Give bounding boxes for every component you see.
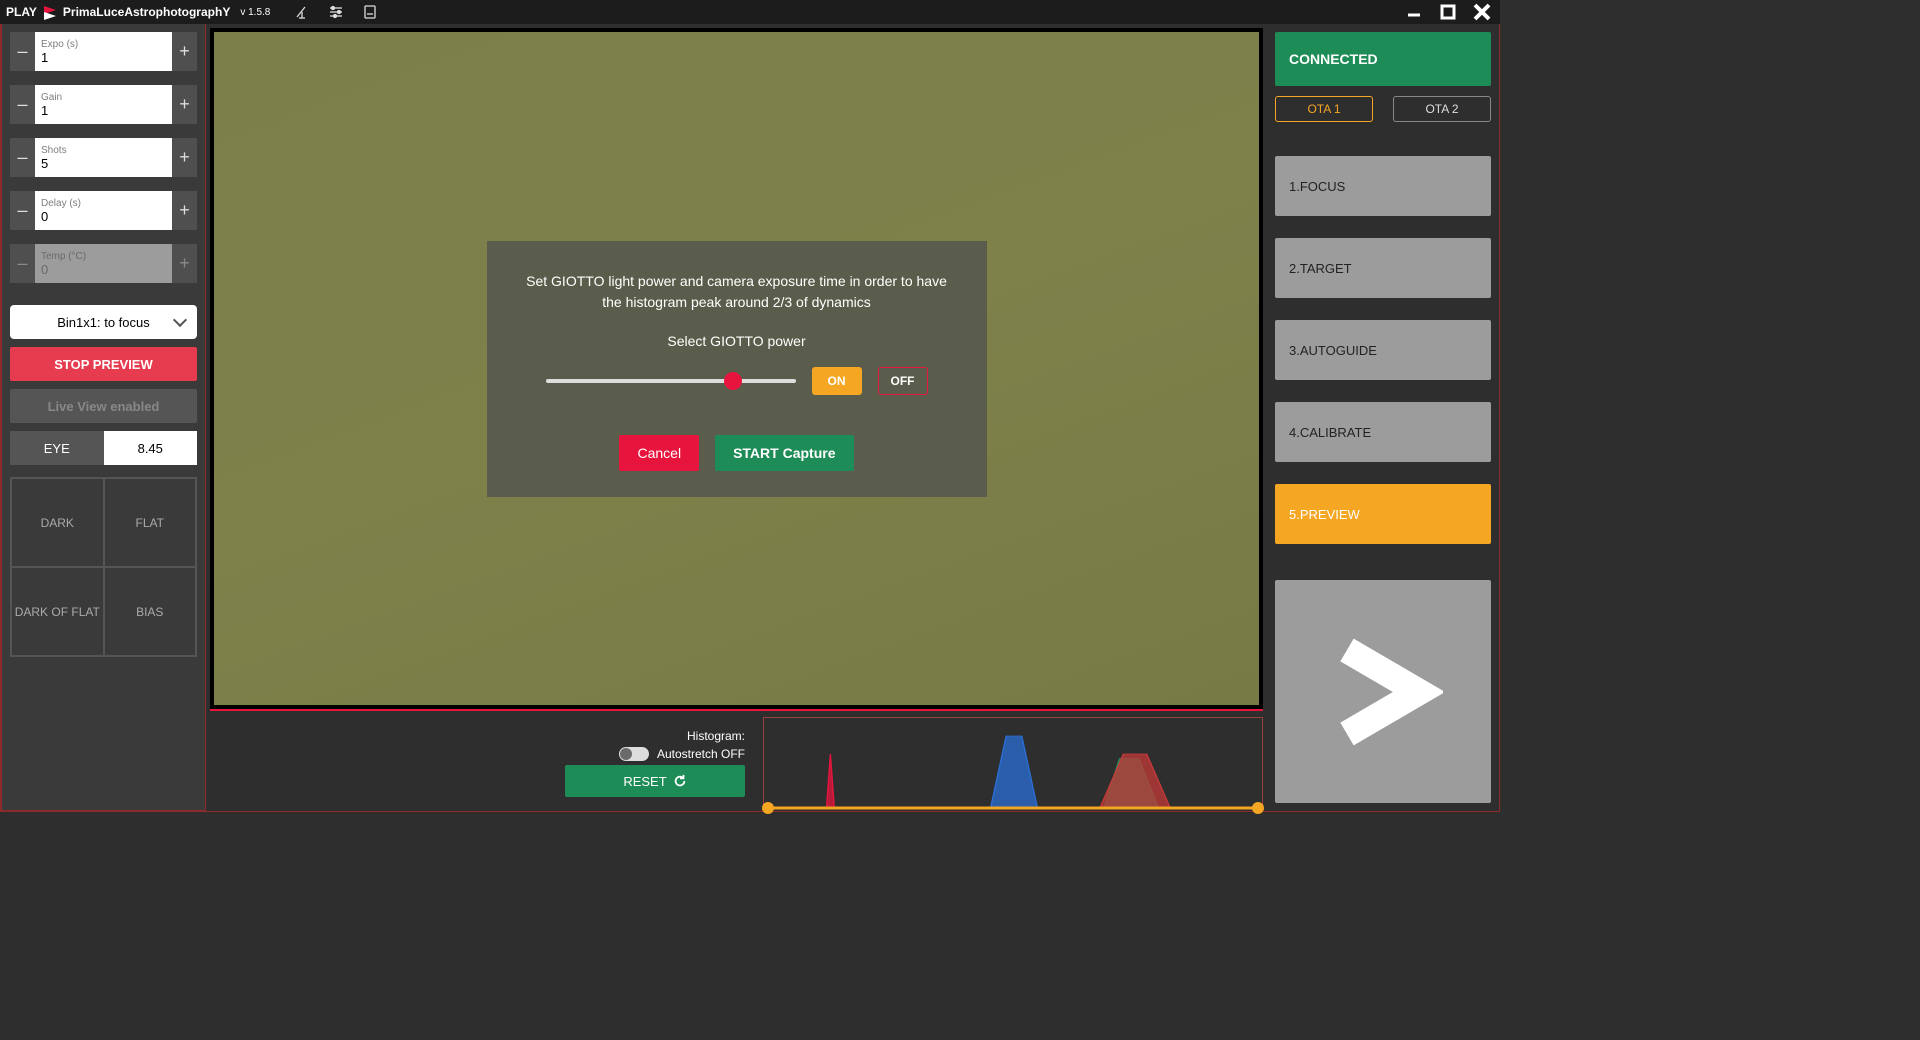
slider-knob[interactable] [724, 372, 742, 390]
telescope-icon[interactable] [294, 4, 310, 20]
calib-flat[interactable]: FLAT [104, 478, 197, 567]
expo-value: 1 [41, 50, 166, 65]
control-temp: –Temp (°C)0+ [10, 244, 197, 283]
app-logo-icon [42, 4, 58, 20]
gain-value: 1 [41, 103, 166, 118]
eye-value: 8.45 [104, 431, 198, 465]
shots-increment[interactable]: + [172, 138, 197, 177]
temp-label: Temp (°C) [41, 251, 166, 262]
right-panel: CONNECTED OTA 1 OTA 2 1.FOCUS 2.TARGET 3.A… [1267, 24, 1499, 811]
save-icon[interactable] [362, 4, 378, 20]
temp-field: Temp (°C)0 [35, 244, 172, 283]
temp-decrement: – [10, 244, 35, 283]
giotto-on-button[interactable]: ON [812, 367, 862, 395]
step-3[interactable]: 3.AUTOGUIDE [1275, 320, 1491, 380]
shots-label: Shots [41, 145, 166, 156]
histogram-chart [763, 717, 1263, 809]
shots-value: 5 [41, 156, 166, 171]
delay-value: 0 [41, 209, 166, 224]
calib-dark[interactable]: DARK [11, 478, 104, 567]
tab-ota2[interactable]: OTA 2 [1393, 96, 1491, 122]
expo-decrement[interactable]: – [10, 32, 35, 71]
image-viewport[interactable]: Set GIOTTO light power and camera exposu… [210, 28, 1263, 711]
eye-label: EYE [10, 431, 104, 465]
minimize-button[interactable] [1402, 0, 1426, 24]
expo-field[interactable]: Expo (s)1 [35, 32, 172, 71]
title-bar: PLAY PrimaLuceAstrophotographY v 1.5.8 [0, 0, 1500, 24]
step-4[interactable]: 4.CALIBRATE [1275, 402, 1491, 462]
giotto-modal: Set GIOTTO light power and camera exposu… [487, 241, 987, 497]
delay-label: Delay (s) [41, 198, 166, 209]
shots-decrement[interactable]: – [10, 138, 35, 177]
gain-label: Gain [41, 92, 166, 103]
center-panel: Set GIOTTO light power and camera exposu… [206, 24, 1267, 811]
modal-select-label: Select GIOTTO power [517, 333, 957, 349]
start-capture-button[interactable]: START Capture [715, 435, 853, 471]
delay-increment[interactable]: + [172, 191, 197, 230]
reset-button[interactable]: RESET [565, 765, 745, 797]
histogram-range-slider[interactable] [768, 802, 1258, 814]
big-play-button[interactable] [1275, 580, 1491, 803]
expo-label: Expo (s) [41, 39, 166, 50]
eye-row: EYE 8.45 [10, 431, 197, 465]
close-button[interactable] [1470, 0, 1494, 24]
binning-select[interactable]: Bin1x1: to focus [10, 305, 197, 339]
temp-value: 0 [41, 262, 166, 277]
giotto-off-button[interactable]: OFF [878, 367, 928, 395]
control-delay: –Delay (s)0+ [10, 191, 197, 230]
cancel-button[interactable]: Cancel [619, 435, 699, 471]
giotto-power-slider[interactable] [546, 379, 796, 383]
maximize-button[interactable] [1436, 0, 1460, 24]
step-1[interactable]: 1.FOCUS [1275, 156, 1491, 216]
shots-field[interactable]: Shots5 [35, 138, 172, 177]
expo-increment[interactable]: + [172, 32, 197, 71]
gain-increment[interactable]: + [172, 85, 197, 124]
autostretch-label: Autostretch OFF [657, 747, 745, 761]
left-panel: –Expo (s)1+–Gain1+–Shots5+–Delay (s)0+–T… [1, 24, 206, 811]
control-gain: –Gain1+ [10, 85, 197, 124]
step-2[interactable]: 2.TARGET [1275, 238, 1491, 298]
play-prefix: PLAY [6, 5, 37, 19]
app-title: PrimaLuceAstrophotographY [63, 5, 230, 19]
calib-bias[interactable]: BIAS [104, 567, 197, 656]
gain-field[interactable]: Gain1 [35, 85, 172, 124]
stop-preview-button[interactable]: STOP PREVIEW [10, 347, 197, 381]
tab-ota1[interactable]: OTA 1 [1275, 96, 1373, 122]
hist-knob-max[interactable] [1252, 802, 1264, 814]
gain-decrement[interactable]: – [10, 85, 35, 124]
footer: Histogram: Autostretch OFF RESET [206, 715, 1267, 811]
calib-dark-of-flat[interactable]: DARK OF FLAT [11, 567, 104, 656]
temp-increment: + [172, 244, 197, 283]
delay-decrement[interactable]: – [10, 191, 35, 230]
control-shots: –Shots5+ [10, 138, 197, 177]
hist-knob-min[interactable] [762, 802, 774, 814]
step-5[interactable]: 5.PREVIEW [1275, 484, 1491, 544]
control-expo: –Expo (s)1+ [10, 32, 197, 71]
binning-value: Bin1x1: to focus [57, 315, 150, 330]
calibration-grid: DARK FLAT DARK OF FLAT BIAS [10, 477, 197, 657]
modal-instruction: Set GIOTTO light power and camera exposu… [517, 271, 957, 313]
app-version: v 1.5.8 [240, 7, 270, 18]
connected-status[interactable]: CONNECTED [1275, 32, 1491, 86]
sliders-icon[interactable] [328, 4, 344, 20]
autostretch-toggle[interactable] [619, 747, 649, 761]
live-view-button: Live View enabled [10, 389, 197, 423]
histogram-label: Histogram: [687, 729, 745, 743]
delay-field[interactable]: Delay (s)0 [35, 191, 172, 230]
